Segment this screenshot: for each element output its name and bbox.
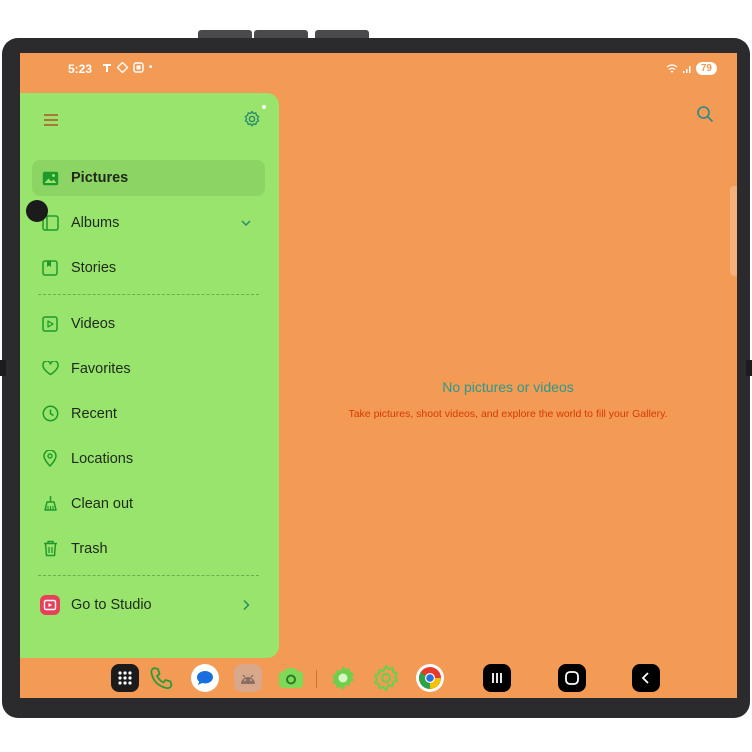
android-app[interactable]	[234, 664, 262, 692]
back-button[interactable]	[632, 664, 660, 692]
notification-icon	[103, 63, 111, 72]
location-pin-icon	[40, 449, 60, 469]
drawer-divider	[38, 575, 259, 576]
android-app-icon	[241, 674, 255, 684]
nav-item-label: Pictures	[71, 170, 129, 186]
chrome-icon	[419, 667, 441, 689]
settings-gear-icon	[373, 664, 399, 692]
nav-item-trash[interactable]: Trash	[32, 526, 265, 571]
search-icon	[697, 106, 714, 123]
empty-state-subtitle: Take pictures, shoot videos, and explore…	[348, 408, 668, 420]
nav-item-locations[interactable]: Locations	[32, 436, 265, 481]
trash-icon	[40, 539, 60, 559]
nav-item-albums[interactable]: Albums	[32, 200, 265, 245]
nav-item-label: Clean out	[71, 495, 134, 512]
nav-item-label: Go to Studio	[71, 596, 152, 613]
touch-indicator	[26, 200, 48, 222]
phone-app[interactable]	[147, 664, 175, 692]
video-icon	[40, 314, 60, 334]
hinge-right	[746, 360, 752, 376]
settings-button[interactable]	[242, 105, 266, 129]
stage: 5:23 • 79 Pictures Albums Stories Videos…	[0, 0, 752, 752]
app-drawer-button[interactable]	[111, 664, 139, 692]
nav-item-favorites[interactable]: Favorites	[32, 346, 265, 391]
diamond-icon	[117, 62, 128, 73]
hamburger-icon	[44, 114, 58, 126]
camera-icon	[279, 668, 303, 688]
camera-app[interactable]	[277, 664, 305, 692]
back-nav-icon	[641, 672, 649, 684]
search-button[interactable]	[696, 105, 714, 123]
nav-item-recent[interactable]: Recent	[32, 391, 265, 436]
messages-app[interactable]	[191, 664, 219, 692]
nav-item-label: Recent	[71, 405, 117, 422]
settings-app[interactable]	[329, 664, 357, 692]
taskbar	[20, 661, 737, 695]
settings-badge-dot	[262, 105, 266, 109]
edge-panel-handle[interactable]	[730, 186, 737, 276]
recents-nav-icon	[492, 673, 502, 683]
nav-item-label: Locations	[71, 450, 134, 467]
home-nav-icon	[565, 671, 579, 685]
picture-icon	[40, 168, 60, 188]
heart-icon	[40, 359, 60, 379]
hinge-left	[0, 360, 6, 376]
recents-button[interactable]	[483, 664, 511, 692]
nav-item-label: Favorites	[71, 360, 131, 377]
home-button[interactable]	[558, 664, 586, 692]
status-time: 5:23	[68, 62, 93, 76]
screen: 5:23 • 79 Pictures Albums Stories Videos…	[20, 53, 737, 698]
messages-icon	[197, 671, 213, 685]
nav-item-pictures[interactable]: Pictures	[32, 160, 265, 196]
empty-state-title: No pictures or videos	[442, 379, 574, 395]
battery-indicator: 79	[695, 62, 717, 75]
status-notification-icons: •	[102, 62, 153, 73]
gallery-notif-icon	[133, 62, 144, 73]
studio-icon	[40, 594, 60, 615]
status-system-icons: 79	[666, 62, 717, 75]
nav-item-go-to-studio[interactable]: Go to Studio	[32, 582, 265, 627]
drawer-header	[20, 93, 279, 149]
navigation-drawer: Pictures Albums Stories Videos Favorites…	[20, 93, 279, 658]
nav-item-label: Videos	[71, 315, 116, 332]
chrome-app[interactable]	[416, 664, 444, 692]
nav-item-label: Trash	[71, 540, 108, 557]
clock-icon	[40, 404, 60, 424]
broom-icon	[40, 494, 60, 514]
signal-icon	[682, 65, 691, 73]
chevron-right-icon	[239, 598, 253, 612]
settings-app-icon	[332, 666, 354, 690]
more-dot-icon: •	[149, 62, 153, 73]
stories-icon	[40, 258, 60, 278]
nav-item-clean-out[interactable]: Clean out	[32, 481, 265, 526]
nav-item-label: Albums	[71, 214, 120, 231]
chevron-down-icon[interactable]	[239, 216, 253, 230]
menu-button[interactable]	[42, 111, 60, 129]
app-drawer-icon	[118, 671, 132, 685]
nav-item-label: Stories	[71, 259, 117, 276]
nav-item-stories[interactable]: Stories	[32, 245, 265, 290]
nav-item-videos[interactable]: Videos	[32, 301, 265, 346]
wifi-icon	[666, 63, 678, 72]
drawer-nav-list: Pictures Albums Stories Videos Favorites…	[32, 159, 265, 627]
phone-icon	[150, 667, 173, 690]
gear-icon	[244, 110, 260, 127]
status-bar: 5:23 • 79	[20, 53, 737, 85]
settings-gear-app[interactable]	[372, 664, 400, 692]
drawer-divider	[38, 294, 259, 295]
dock-separator	[316, 670, 317, 688]
